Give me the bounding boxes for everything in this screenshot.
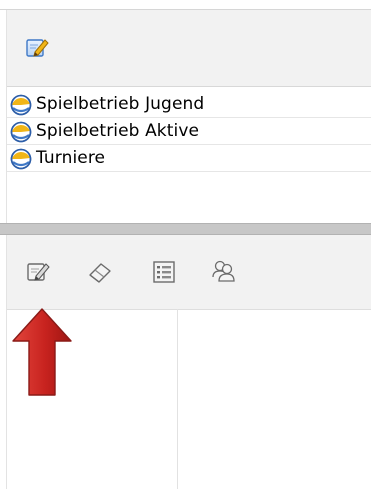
column-divider: [177, 309, 178, 489]
tree-item-turniere[interactable]: Turniere: [7, 145, 371, 172]
tree-item-spielbetrieb-jugend[interactable]: Spielbetrieb Jugend: [7, 91, 371, 118]
tree-item-spielbetrieb-aktive[interactable]: Spielbetrieb Aktive: [7, 118, 371, 145]
edit-notepad-icon[interactable]: [25, 259, 51, 285]
window-top-edge: [0, 0, 371, 10]
detail-toolbar: [7, 235, 371, 310]
users-group-icon[interactable]: [210, 258, 236, 284]
season-ball-icon: [9, 92, 33, 116]
panel-splitter[interactable]: [0, 223, 371, 235]
tree-item-label: Turniere: [36, 148, 106, 168]
tree-toolbar: [7, 10, 371, 87]
season-ball-icon: [9, 119, 33, 143]
list-view-icon[interactable]: [151, 259, 177, 285]
tree-item-label: Spielbetrieb Jugend: [36, 94, 205, 114]
red-up-arrow-icon: [11, 307, 73, 397]
tree-item-label: Spielbetrieb Aktive: [36, 121, 200, 141]
edit-notepad-icon[interactable]: [24, 35, 50, 61]
tree-panel: Spielbetrieb Jugend Spielbetrieb Aktive …: [6, 10, 371, 223]
season-ball-icon: [9, 146, 33, 170]
eraser-icon[interactable]: [87, 259, 113, 285]
